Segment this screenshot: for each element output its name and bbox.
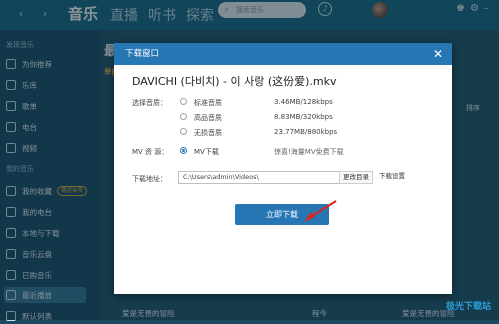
download-dialog: 下载窗口 ✕ DAVICHI (다비치) - 이 사랑 (这份爱).mkv 选择… — [114, 43, 452, 294]
watermark-logo: 极光下载站 — [445, 302, 491, 312]
red-arrow-annotation — [304, 200, 337, 222]
